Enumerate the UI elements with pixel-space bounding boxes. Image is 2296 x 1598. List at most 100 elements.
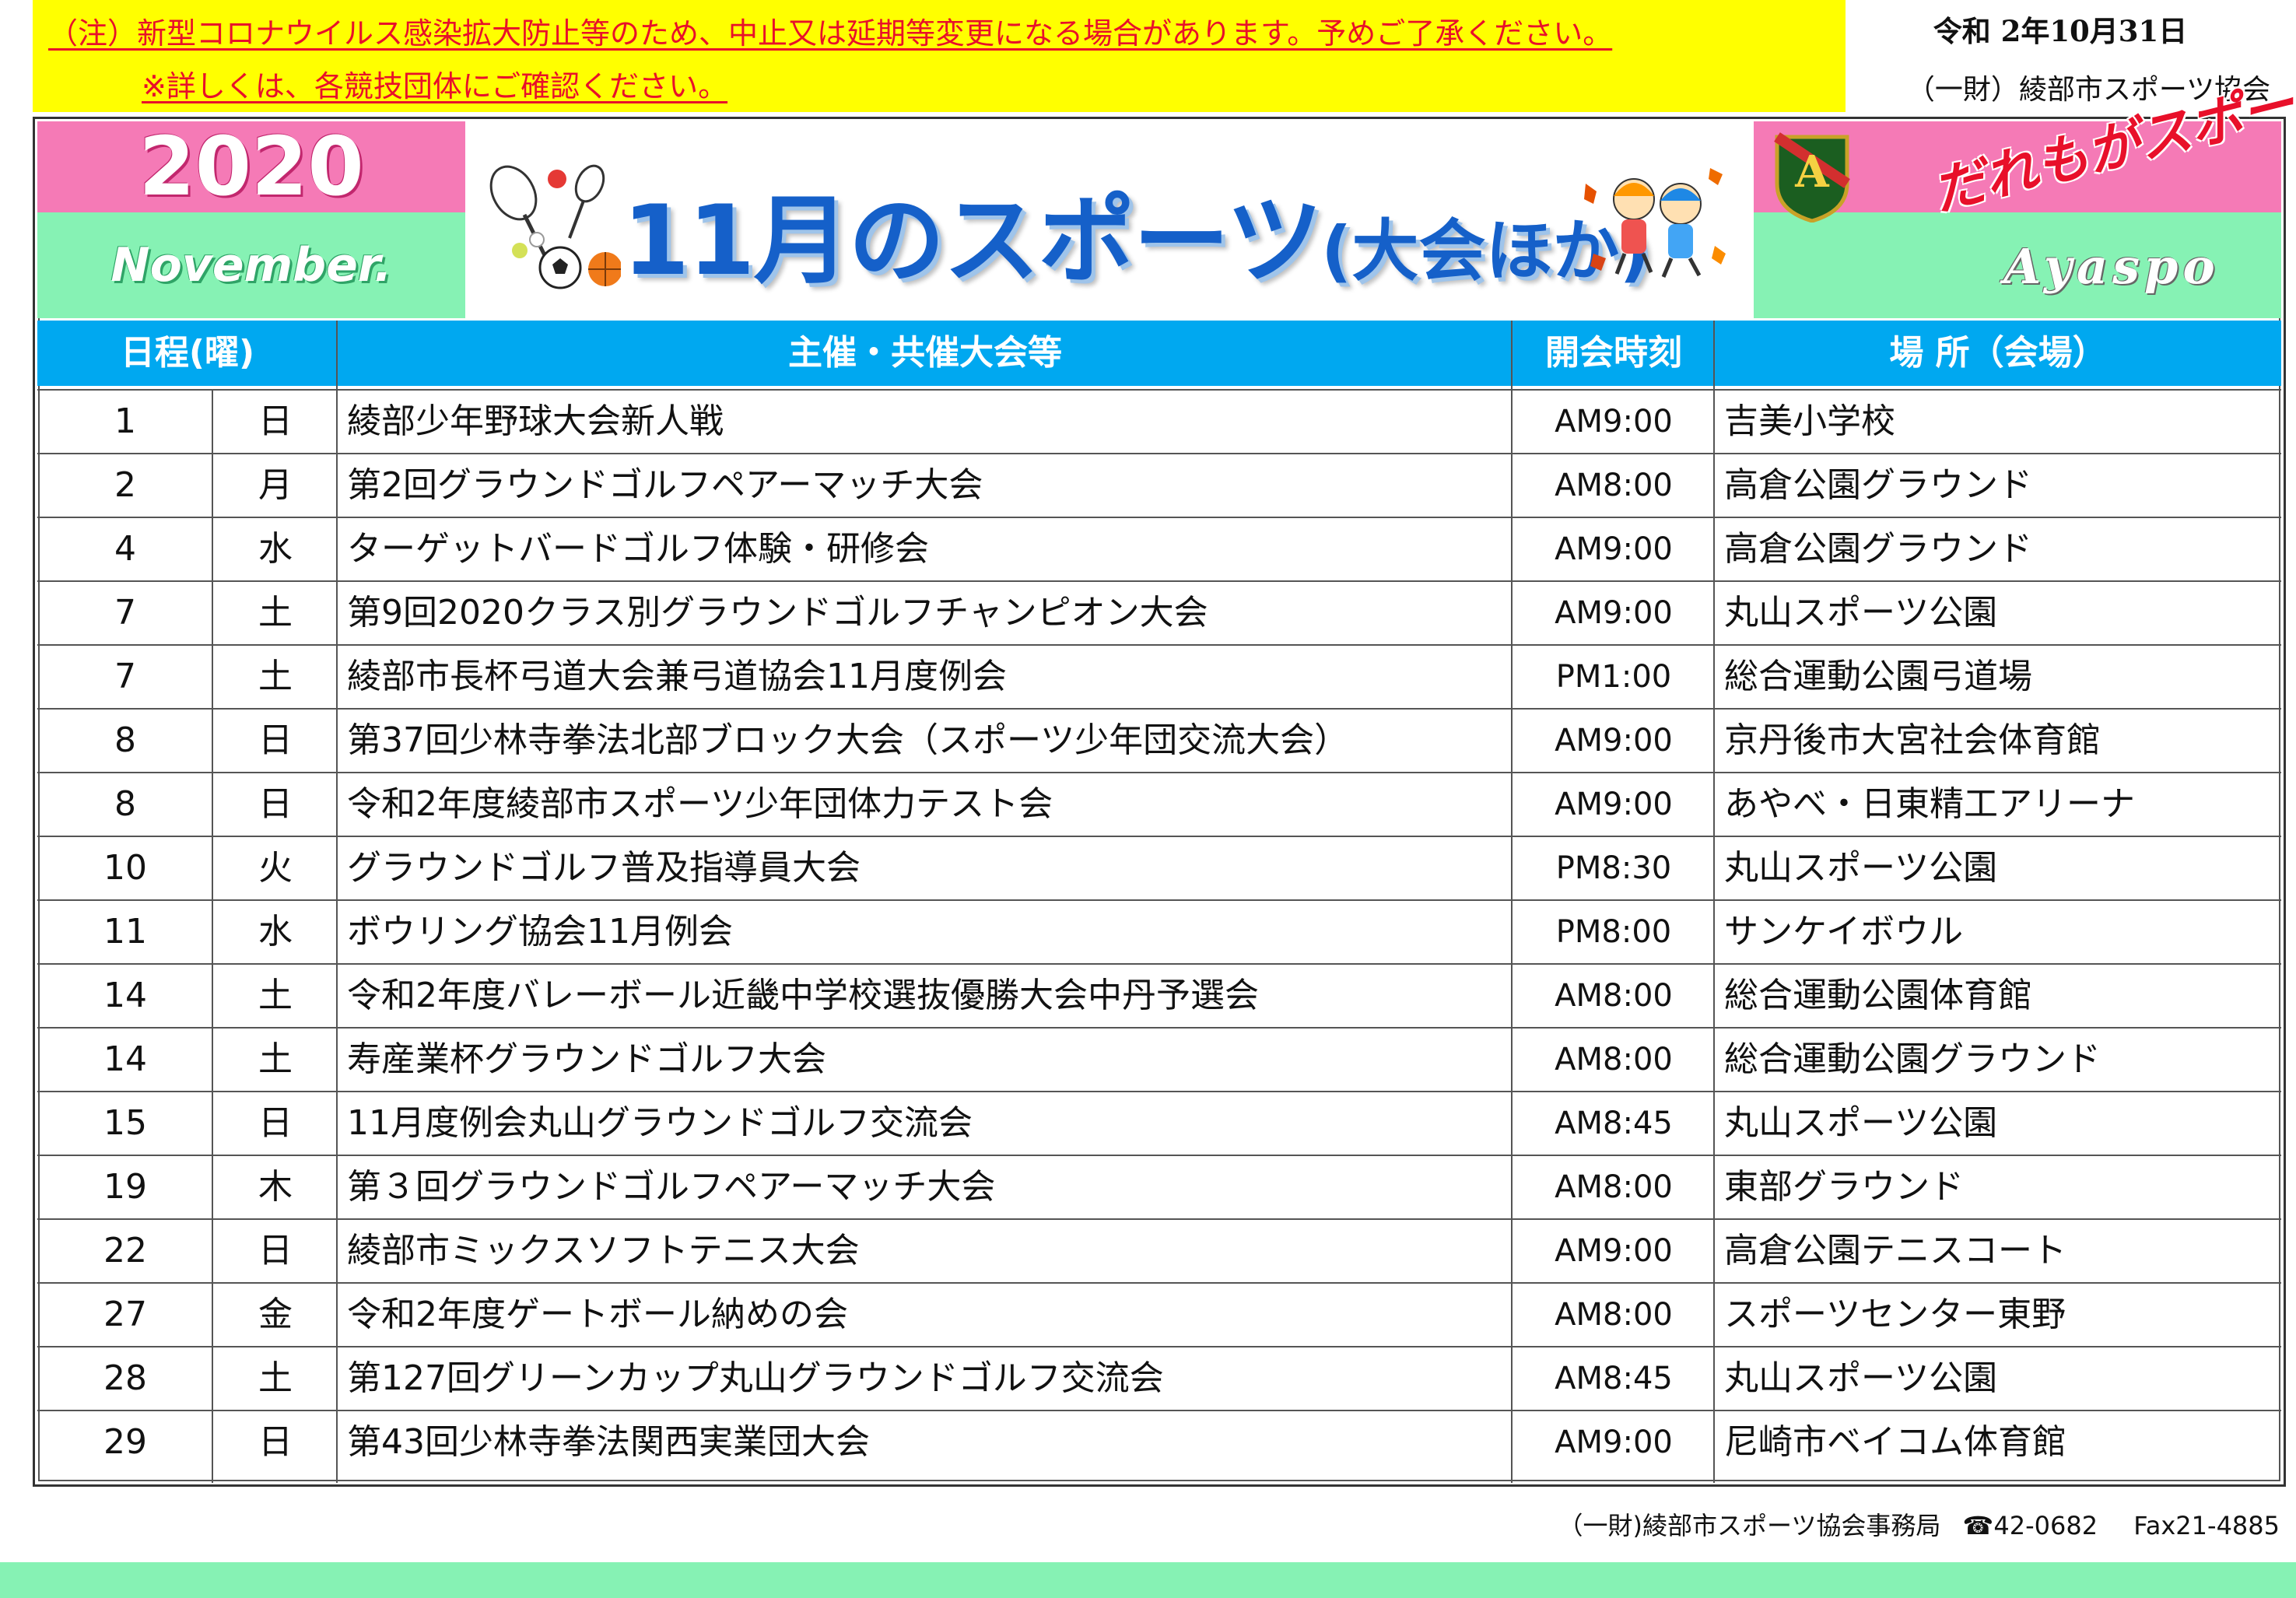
time-cell: AM9:00 [1555,1233,1673,1269]
time-cell: AM9:00 [1555,531,1673,567]
venue-cell: 高倉公園テニスコート [1724,1231,2066,1270]
time-cell: AM9:00 [1555,404,1673,440]
table-row: 4 水 ターゲットバードゴルフ体験・研修会 AM9:00 高倉公園グラウンド [37,517,2281,580]
event-cell: 令和2年度ゲートボール納めの会 [347,1295,848,1334]
footer-contact: （一財)綾部市スポーツ協会事務局 ☎42-0682 Fax21-4885 [1400,1506,2280,1542]
table-row: 8 日 第37回少林寺拳法北部ブロック大会（スポーツ少年団交流大会） AM9:0… [37,708,2281,772]
slogan-text: だれもがスポーツを！ [1926,35,2296,223]
time-cell: AM8:00 [1555,1042,1673,1078]
day-cell: 8 [114,720,136,760]
day-cell: 28 [103,1358,147,1398]
weekday-cell: 土 [258,1358,293,1398]
weekday-cell: 土 [258,657,293,696]
event-cell: 第2回グラウンドゴルフペアーマッチ大会 [347,465,983,505]
weekday-cell: 日 [258,720,293,760]
venue-cell: 丸山スポーツ公園 [1724,1103,1998,1143]
table-row: 19 木 第３回グラウンドゴルフペアーマッチ大会 AM8:00 東部グラウンド [37,1155,2281,1218]
day-cell: 11 [103,912,147,951]
event-cell: 令和2年度バレーボール近畿中学校選抜優勝大会中丹予選会 [347,976,1259,1015]
table-row: 1 日 綾部少年野球大会新人戦 AM9:00 吉美小学校 [37,389,2281,453]
event-cell: ボウリング協会11月例会 [347,912,733,951]
phone-icon: ☎ [1962,1511,1994,1540]
event-cell: 綾部市長杯弓道大会兼弓道協会11月度例会 [347,657,1007,696]
kids-running-icon [1584,168,1726,278]
day-cell: 7 [114,593,136,633]
notice-line-2: ※詳しくは、各競技団体にご確認ください。 [142,69,728,103]
table-row: 22 日 綾部市ミックスソフトテニス大会 AM9:00 高倉公園テニスコート [37,1218,2281,1282]
event-cell: 綾部市ミックスソフトテニス大会 [347,1231,860,1270]
svg-text:A: A [1794,146,1830,198]
table-row: 29 日 第43回少林寺拳法関西実業団大会 AM9:00 尼崎市ベイコム体育館 [37,1410,2281,1474]
day-cell: 2 [114,465,136,505]
weekday-cell: 火 [258,848,293,888]
time-cell: AM8:00 [1555,1169,1673,1205]
event-cell: グラウンドゴルフ普及指導員大会 [347,848,861,888]
table-row: 28 土 第127回グリーンカップ丸山グラウンドゴルフ交流会 AM8:45 丸山… [37,1346,2281,1410]
footer-office: （一財)綾部市スポーツ協会事務局 [1558,1511,1941,1540]
weekday-cell: 水 [258,529,293,569]
venue-cell: 尼崎市ベイコム体育館 [1724,1422,2066,1462]
event-cell: 第３回グラウンドゴルフペアーマッチ大会 [347,1167,996,1207]
title-area: 11月のスポーツ(大会ほか) [465,121,1754,318]
day-cell: 14 [103,1039,147,1079]
day-cell: 14 [103,976,147,1015]
event-cell: 11月度例会丸山グラウンドゴルフ交流会 [347,1103,973,1143]
table-header: 日程(曜) 主催・共催大会等 開会時刻 場 所（会場） [37,321,2281,386]
table-row: 14 土 令和2年度バレーボール近畿中学校選抜優勝大会中丹予選会 AM8:00 … [37,963,2281,1027]
table-row: 15 日 11月度例会丸山グラウンドゴルフ交流会 AM8:45 丸山スポーツ公園 [37,1091,2281,1155]
weekday-cell: 日 [258,1231,293,1270]
title-banner: 2020 November. 11月のスポーツ(大会ほか) A だれもがスポーツ… [37,36,2296,318]
footer-phone: 42-0682 [1993,1511,2098,1540]
slogan-area: A だれもがスポーツを！ Ayaspo [1754,36,2296,318]
schedule-table: 1 日 綾部少年野球大会新人戦 AM9:00 吉美小学校 2 月 第2回グラウン… [37,389,2281,1482]
venue-cell: 丸山スポーツ公園 [1724,593,1998,633]
weekday-cell: 土 [258,1039,293,1079]
weekday-cell: 木 [258,1167,293,1207]
table-row: 7 土 第9回2020クラス別グラウンドゴルフチャンピオン大会 AM9:00 丸… [37,580,2281,644]
column-divider [1713,321,1715,1483]
venue-cell: 総合運動公園グラウンド [1724,1039,2101,1079]
venue-cell: 高倉公園グラウンド [1724,465,2032,505]
venue-cell: 総合運動公園体育館 [1724,976,2032,1015]
event-cell: 綾部少年野球大会新人戦 [347,401,724,441]
page-title: 11月のスポーツ(大会ほか) [622,162,1650,302]
venue-cell: 総合運動公園弓道場 [1724,657,2032,696]
weekday-cell: 月 [258,465,293,505]
header-event: 主催・共催大会等 [788,333,1062,373]
table-row: 14 土 寿産業杯グラウンドゴルフ大会 AM8:00 総合運動公園グラウンド [37,1027,2281,1091]
time-cell: AM8:00 [1555,468,1673,503]
event-cell: ターゲットバードゴルフ体験・研修会 [347,529,929,569]
table-row: 8 日 令和2年度綾部市スポーツ少年団体力テスト会 AM9:00 あやべ・日東精… [37,772,2281,836]
header-venue: 場 所（会場） [1889,333,2107,373]
weekday-cell: 日 [258,784,293,824]
bottom-strip [0,1562,2296,1598]
table-row: 27 金 令和2年度ゲートボール納めの会 AM8:00 スポーツセンター東野 [37,1282,2281,1346]
time-cell: AM9:00 [1555,787,1673,822]
day-cell: 15 [103,1103,147,1143]
venue-cell: 丸山スポーツ公園 [1724,1358,1998,1398]
day-cell: 4 [114,529,136,569]
column-divider [336,321,338,1483]
column-divider [212,389,213,1483]
brand-name: Ayaspo [2003,238,2220,295]
weekday-cell: 日 [258,401,293,441]
venue-cell: 吉美小学校 [1724,401,1895,441]
notice-line-1: （注）新型コロナウイルス感染拡大防止等のため、中止又は延期等変更になる場合があり… [48,16,1613,51]
weekday-cell: 日 [258,1103,293,1143]
venue-cell: 東部グラウンド [1724,1167,1964,1207]
day-cell: 8 [114,784,136,824]
time-cell: PM8:00 [1555,914,1672,950]
time-cell: AM8:45 [1555,1361,1673,1396]
weekday-cell: 土 [258,593,293,633]
event-cell: 第43回少林寺拳法関西実業団大会 [347,1422,870,1462]
day-cell: 19 [103,1167,147,1207]
column-divider [1511,321,1513,1483]
weekday-cell: 金 [258,1295,293,1334]
venue-cell: 高倉公園グラウンド [1724,529,2032,569]
footer-fax: Fax21-4885 [2133,1511,2280,1540]
day-cell: 27 [103,1295,147,1334]
time-cell: AM9:00 [1555,595,1673,631]
event-cell: 令和2年度綾部市スポーツ少年団体力テスト会 [347,784,1053,824]
event-cell: 第127回グリーンカップ丸山グラウンドゴルフ交流会 [347,1358,1164,1398]
venue-cell: あやべ・日東精工アリーナ [1724,784,2135,824]
